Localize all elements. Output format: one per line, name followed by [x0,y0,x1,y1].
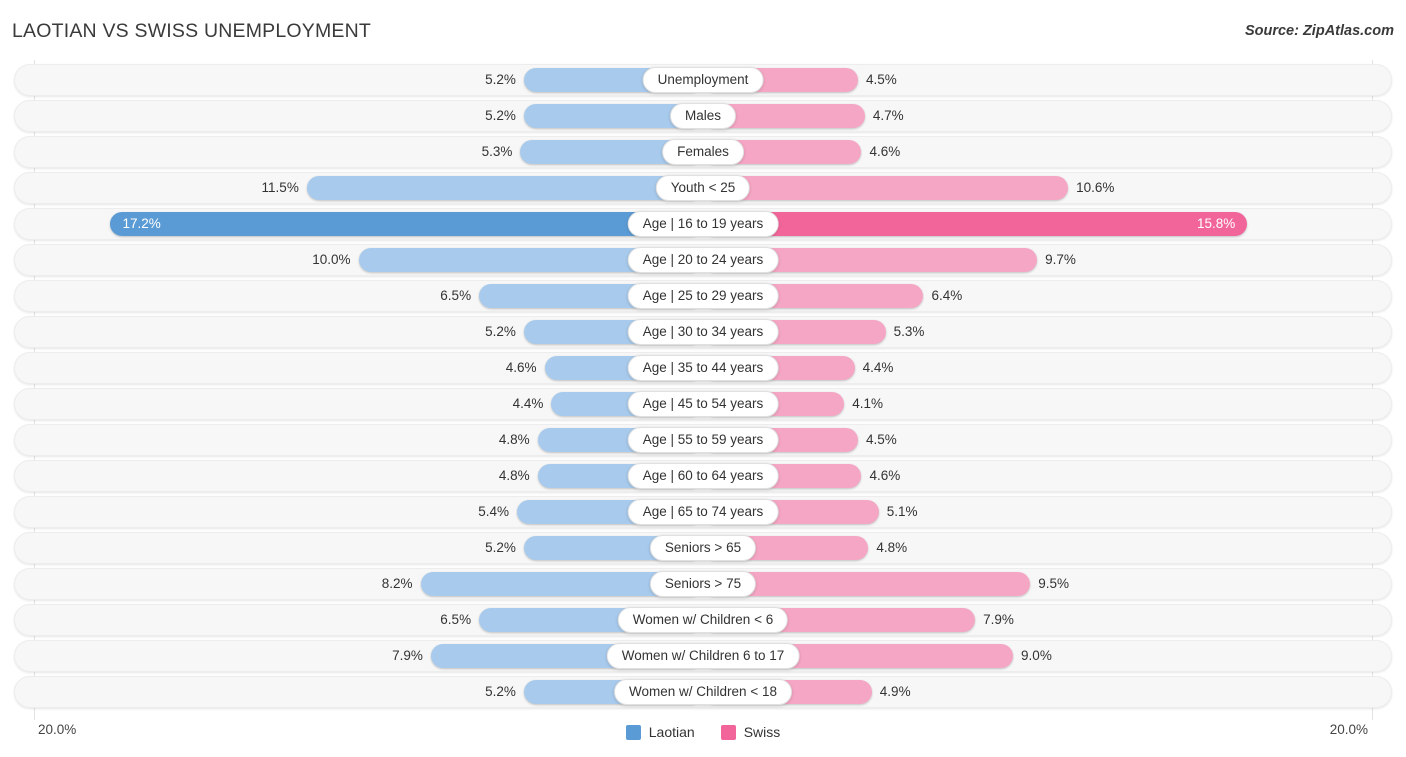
bar-row: 5.4% 5.1% Age | 65 to 74 years [0,496,1406,528]
bar-row: 4.8% 4.6% Age | 60 to 64 years [0,460,1406,492]
bar-row: 6.5% 6.4% Age | 25 to 29 years [0,280,1406,312]
legend-swatch-icon [720,724,736,740]
chart-legend: Laotian Swiss [0,724,1406,740]
value-label-laotian: 5.2% [485,684,516,699]
value-label-swiss: 4.5% [866,72,897,87]
category-label: Seniors > 75 [649,571,757,597]
category-label: Males [669,103,737,129]
bar-row: 5.3% 4.6% Females [0,136,1406,168]
value-label-swiss: 6.4% [931,288,963,303]
category-label: Age | 55 to 59 years [627,427,779,453]
value-label-laotian: 4.8% [498,432,530,447]
value-label-laotian: 17.2% [122,216,161,231]
bar-row: 4.4% 4.1% Age | 45 to 54 years [0,388,1406,420]
bar-row: 5.2% 4.7% Males [0,100,1406,132]
legend-swatch-icon [625,724,641,740]
category-label: Seniors > 65 [649,535,757,561]
chart-header: LAOTIAN VS SWISS UNEMPLOYMENT Source: Zi… [0,0,1406,60]
bar-row: 8.2% 9.5% Seniors > 75 [0,568,1406,600]
bar-row: 4.8% 4.5% Age | 55 to 59 years [0,424,1406,456]
value-label-laotian: 8.2% [381,576,413,591]
legend-item[interactable]: Swiss [720,724,781,740]
value-label-laotian: 6.5% [440,288,472,303]
value-label-laotian: 11.5% [261,180,299,195]
value-label-swiss: 9.0% [1021,648,1052,663]
bar-swiss [703,212,1248,236]
source-attribution: Source: ZipAtlas.com [1244,23,1394,39]
value-label-laotian: 5.3% [481,144,513,159]
value-label-swiss: 7.9% [983,612,1014,627]
page-title: LAOTIAN VS SWISS UNEMPLOYMENT [12,20,372,42]
value-label-laotian: 7.9% [392,648,423,663]
category-label: Age | 20 to 24 years [627,247,779,273]
bar-row: 11.5% 10.6% Youth < 25 [0,172,1406,204]
bar-laotian [110,212,703,236]
value-label-laotian: 5.2% [485,324,516,339]
value-label-laotian: 5.2% [485,540,516,555]
bar-swiss [703,176,1069,200]
bar-row: 5.2% 4.8% Seniors > 65 [0,532,1406,564]
bar-row: 6.5% 7.9% Women w/ Children < 6 [0,604,1406,636]
category-label: Age | 25 to 29 years [627,283,779,309]
value-label-swiss: 5.1% [886,504,918,519]
bar-laotian [306,176,703,200]
value-label-swiss: 4.1% [852,396,884,411]
value-label-swiss: 10.6% [1076,180,1115,195]
value-label-swiss: 4.5% [866,432,897,447]
bar-row: 4.6% 4.4% Age | 35 to 44 years [0,352,1406,384]
bar-row: 5.2% 4.5% Unemployment [0,64,1406,96]
value-label-laotian: 6.5% [440,612,472,627]
category-label: Age | 35 to 44 years [627,355,779,381]
category-label: Age | 30 to 34 years [627,319,779,345]
value-label-laotian: 5.2% [485,108,516,123]
bar-row: 10.0% 9.7% Age | 20 to 24 years [0,244,1406,276]
category-label: Youth < 25 [655,175,751,201]
category-label: Women w/ Children 6 to 17 [606,643,800,669]
bar-rows: 5.2% 4.5% Unemployment 5.2% 4.7% Males 5.3% 4.6… [0,64,1406,712]
value-label-laotian: 4.6% [505,360,537,375]
value-label-swiss: 4.6% [869,144,901,159]
category-label: Females [662,139,744,165]
value-label-swiss: 4.9% [879,684,911,699]
value-label-laotian: 4.4% [512,396,544,411]
legend-label: Swiss [743,724,781,740]
category-label: Age | 45 to 54 years [627,391,779,417]
value-label-swiss: 9.7% [1045,252,1076,267]
category-label: Age | 60 to 64 years [627,463,779,489]
category-label: Age | 16 to 19 years [627,211,779,237]
chart-footer: 20.0% 20.0% Laotian Swiss [0,718,1406,757]
value-label-laotian: 10.0% [312,252,351,267]
value-label-laotian: 5.2% [485,72,516,87]
category-label: Women w/ Children < 18 [614,679,792,705]
value-label-swiss: 15.8% [1197,216,1236,231]
category-label: Age | 65 to 74 years [627,499,779,525]
value-label-swiss: 4.7% [872,108,904,123]
category-label: Unemployment [642,67,764,93]
legend-item[interactable]: Laotian [625,724,695,740]
value-label-swiss: 4.6% [869,468,901,483]
value-label-laotian: 5.4% [478,504,509,519]
bar-row: 7.9% 9.0% Women w/ Children 6 to 17 [0,640,1406,672]
bar-row: 17.2% 15.8% Age | 16 to 19 years [0,208,1406,240]
category-label: Women w/ Children < 6 [617,607,789,633]
value-label-swiss: 9.5% [1038,576,1070,591]
value-label-swiss: 5.3% [893,324,925,339]
value-label-laotian: 4.8% [498,468,530,483]
bar-row: 5.2% 4.9% Women w/ Children < 18 [0,676,1406,708]
legend-label: Laotian [648,724,695,740]
chart-root: LAOTIAN VS SWISS UNEMPLOYMENT Source: Zi… [0,0,1406,757]
plot-area: 5.2% 4.5% Unemployment 5.2% 4.7% Males 5.3% 4.6… [0,60,1406,720]
value-label-swiss: 4.8% [876,540,908,555]
bar-row: 5.2% 5.3% Age | 30 to 34 years [0,316,1406,348]
value-label-swiss: 4.4% [862,360,894,375]
